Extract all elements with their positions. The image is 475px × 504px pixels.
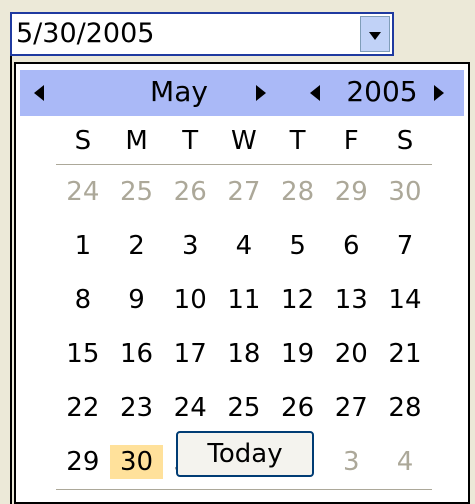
day-cell[interactable]: 29 <box>56 445 110 479</box>
day-cell[interactable]: 17 <box>163 337 217 371</box>
weekday-label: T <box>182 126 199 156</box>
weekday-label: M <box>125 126 148 156</box>
day-cell[interactable]: 3 <box>324 445 378 479</box>
day-cell[interactable]: 2 <box>110 229 164 263</box>
week-row: 1234567 <box>56 219 432 273</box>
weekday-label: S <box>74 126 92 156</box>
day-cell[interactable]: 14 <box>378 283 432 317</box>
day-cell[interactable]: 22 <box>56 391 110 425</box>
day-cell[interactable]: 8 <box>56 283 110 317</box>
weekday-label: S <box>396 126 414 156</box>
dropdown-button[interactable] <box>360 16 390 52</box>
background-divider <box>10 56 12 504</box>
next-year-icon[interactable] <box>434 85 444 101</box>
day-cell[interactable]: 10 <box>163 283 217 317</box>
chevron-down-icon <box>369 32 381 40</box>
day-cell[interactable]: 19 <box>271 337 325 371</box>
bottom-divider <box>56 489 432 490</box>
day-cell[interactable]: 28 <box>271 175 325 209</box>
day-cell[interactable]: 18 <box>217 337 271 371</box>
day-cell[interactable]: 12 <box>271 283 325 317</box>
day-cell[interactable]: 15 <box>56 337 110 371</box>
day-cell[interactable]: 6 <box>324 229 378 263</box>
next-month-icon[interactable] <box>256 85 266 101</box>
day-cell[interactable]: 27 <box>324 391 378 425</box>
day-cell[interactable]: 3 <box>163 229 217 263</box>
week-row: 15 16 17 18 19 20 21 <box>56 327 432 381</box>
day-cell[interactable]: 9 <box>110 283 164 317</box>
week-row: 22 23 24 25 26 27 28 <box>56 381 432 435</box>
day-cell[interactable]: 11 <box>217 283 271 317</box>
day-cell[interactable]: 21 <box>378 337 432 371</box>
day-cell[interactable]: 4 <box>378 445 432 479</box>
week-row: 24 25 26 27 28 29 30 <box>56 165 432 219</box>
date-input[interactable]: 5/30/2005 <box>10 12 394 56</box>
day-cell[interactable]: 30 <box>378 175 432 209</box>
selected-day[interactable]: 30 <box>109 445 164 479</box>
month-label: May <box>150 75 208 108</box>
weekday-label: F <box>343 126 359 156</box>
calendar-popup: May 2005 S M T W T F S 24 25 26 27 28 29 30 1 2 3… <box>14 62 470 504</box>
day-cell[interactable]: 23 <box>110 391 164 425</box>
calendar-header: May 2005 <box>20 70 464 116</box>
day-cell[interactable]: 28 <box>378 391 432 425</box>
prev-month-icon[interactable] <box>34 85 44 101</box>
day-cell[interactable]: 25 <box>110 175 164 209</box>
day-cell[interactable]: 26 <box>163 175 217 209</box>
day-cell[interactable]: 27 <box>217 175 271 209</box>
weekday-row: S M T W T F S <box>56 124 432 164</box>
day-cell[interactable]: 20 <box>324 337 378 371</box>
day-cell[interactable]: 4 <box>217 229 271 263</box>
day-cell[interactable]: 24 <box>163 391 217 425</box>
day-cell[interactable]: 26 <box>271 391 325 425</box>
day-cell[interactable]: 7 <box>378 229 432 263</box>
day-cell[interactable]: 29 <box>324 175 378 209</box>
day-cell[interactable]: 13 <box>324 283 378 317</box>
prev-year-icon[interactable] <box>310 85 320 101</box>
day-cell[interactable]: 24 <box>56 175 110 209</box>
day-cell[interactable]: 5 <box>271 229 325 263</box>
today-button[interactable]: Today <box>176 431 314 477</box>
weekday-label: T <box>289 126 306 156</box>
day-cell[interactable]: 25 <box>217 391 271 425</box>
day-cell[interactable]: 16 <box>110 337 164 371</box>
weekday-label: W <box>231 126 257 156</box>
year-label: 2005 <box>346 75 418 108</box>
day-cell[interactable]: 1 <box>56 229 110 263</box>
week-row: 8 9 10 11 12 13 14 <box>56 273 432 327</box>
date-input-value[interactable]: 5/30/2005 <box>16 18 154 50</box>
